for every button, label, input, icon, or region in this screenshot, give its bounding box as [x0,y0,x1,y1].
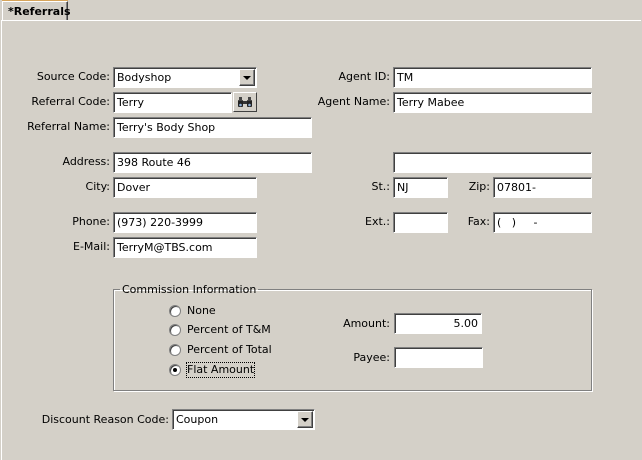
radio-percent-total[interactable]: Percent of Total [169,342,272,358]
agent-name-label: Agent Name: [317,95,390,108]
phone-label: Phone: [72,215,110,228]
email-input[interactable]: TerryM@TBS.com [113,237,257,258]
address-input[interactable]: 398 Route 46 [113,152,312,173]
tab-strip: *Referrals [0,0,642,22]
payee-input[interactable] [394,347,483,368]
phone-input[interactable]: (973) 220-3999 [113,212,257,233]
radio-button[interactable] [169,305,181,317]
radio-label: Percent of T&M [187,323,271,336]
radio-button-selected[interactable] [169,364,181,376]
radio-percent-tm[interactable]: Percent of T&M [169,322,271,338]
discount-label: Discount Reason Code: [41,413,169,426]
ext-input[interactable] [393,212,448,233]
state-label: St.: [371,180,391,193]
radio-button[interactable] [169,324,181,336]
discount-value: Coupon [176,413,219,426]
referral-code-input[interactable]: Terry [113,92,232,113]
source-code-value: Bodyshop [117,71,172,84]
source-code-select[interactable]: Bodyshop [113,67,257,88]
address2-input[interactable] [393,152,592,173]
radio-label: Percent of Total [187,343,272,356]
chevron-down-icon[interactable] [239,69,255,86]
radio-label: Flat Amount [185,362,256,378]
radio-dot [173,368,177,372]
city-label: City: [85,180,110,193]
chevron-down-icon[interactable] [297,411,313,428]
radio-button[interactable] [169,344,181,356]
state-input[interactable]: NJ [393,177,448,198]
radio-none[interactable]: None [169,303,216,319]
binoculars-icon[interactable] [233,92,257,112]
tab-referrals[interactable]: *Referrals [2,1,71,21]
fax-label: Fax: [467,215,490,228]
referral-name-input[interactable]: Terry's Body Shop [113,117,312,138]
referral-code-label: Referral Code: [31,95,110,108]
ext-label: Ext.: [365,215,390,228]
email-label: E-Mail: [73,240,110,253]
radio-flat-amount[interactable]: Flat Amount [169,362,256,378]
radio-label: None [187,304,216,317]
agent-name-input[interactable]: Terry Mabee [393,92,592,113]
payee-label: Payee: [353,351,390,364]
discount-select[interactable]: Coupon [172,409,315,430]
amount-label: Amount: [343,317,390,330]
referral-name-label: Referral Name: [27,120,110,133]
agent-id-label: Agent ID: [338,70,390,83]
commission-legend: Commission Information [122,283,257,296]
zip-input[interactable]: 07801- [493,177,592,198]
source-code-label: Source Code: [36,70,110,83]
city-input[interactable]: Dover [113,177,257,198]
fax-input[interactable]: ( ) - [493,212,592,233]
zip-label: Zip: [468,180,490,193]
agent-id-input[interactable]: TM [393,67,592,88]
amount-input[interactable]: 5.00 [394,313,482,334]
address-label: Address: [62,155,110,168]
